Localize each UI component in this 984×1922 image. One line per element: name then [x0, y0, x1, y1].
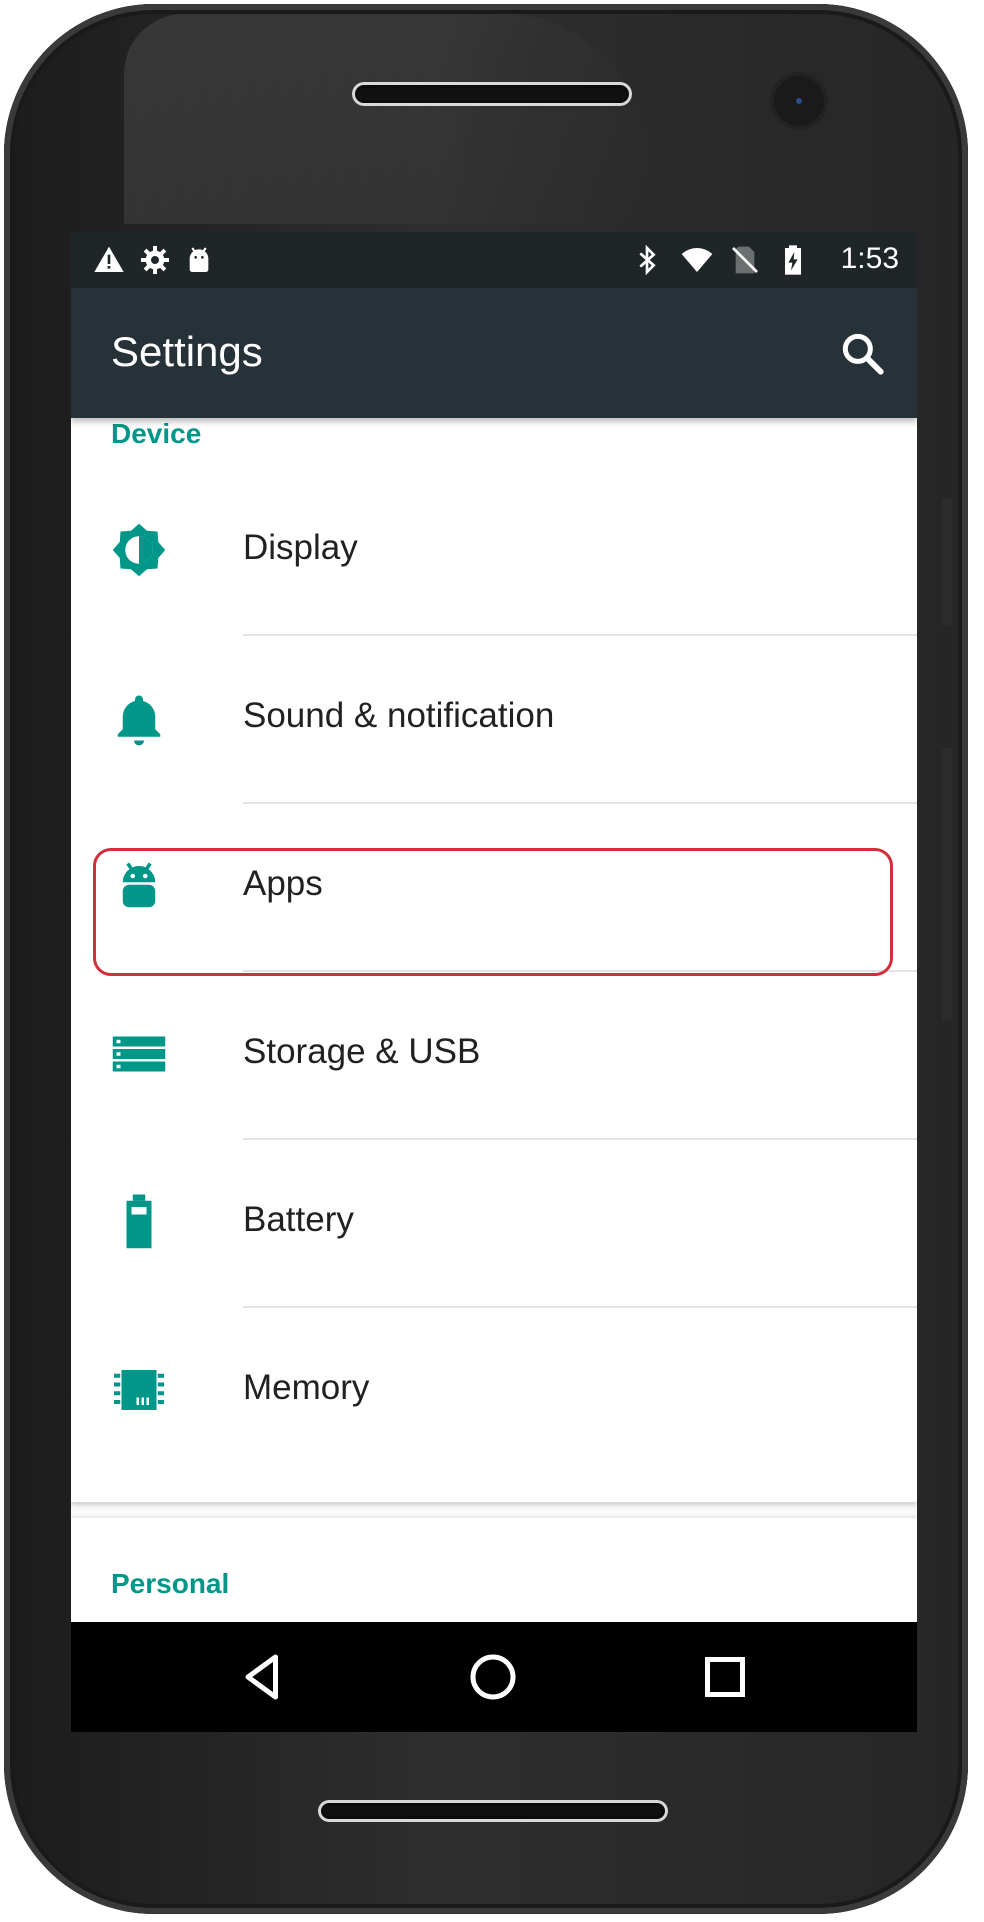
settings-item-label: Display [243, 528, 358, 567]
settings-item-label: Memory [243, 1368, 370, 1407]
warning-icon [94, 246, 124, 272]
home-icon[interactable] [463, 1647, 523, 1707]
settings-item-storage[interactable]: Storage & USB [71, 972, 917, 1140]
app-bar: Settings [71, 288, 917, 418]
navigation-bar [71, 1622, 917, 1732]
bottom-speaker [318, 1800, 668, 1822]
settings-item-label: Sound & notification [243, 696, 555, 735]
bell-icon [117, 695, 161, 746]
screen: 1:53 Settings Device Display Sound & not… [71, 232, 917, 1732]
front-camera [774, 76, 824, 126]
clock: 1:53 [840, 242, 899, 275]
status-bar: 1:53 [71, 232, 917, 288]
android-icon [189, 247, 209, 272]
recents-icon[interactable] [695, 1647, 755, 1707]
device-section: Device Display Sound & notification Apps… [71, 412, 917, 1502]
settings-item-label: Apps [243, 864, 323, 903]
settings-list: Device Display Sound & notification Apps… [71, 412, 917, 1732]
battery-charging-icon [785, 245, 801, 275]
phone-glare [124, 14, 644, 224]
search-icon[interactable] [837, 328, 887, 378]
no-sim-icon [732, 246, 758, 274]
android-icon [122, 862, 156, 908]
storage-icon [112, 1036, 166, 1072]
memory-chip-icon [114, 1370, 164, 1410]
wifi-icon [681, 248, 713, 272]
section-header-device: Device [111, 418, 202, 449]
bluetooth-icon [639, 244, 656, 276]
back-icon[interactable] [233, 1647, 293, 1707]
settings-item-label: Battery [243, 1200, 354, 1239]
battery-icon [126, 1194, 152, 1249]
settings-item-apps[interactable]: Apps [71, 804, 917, 972]
section-header-personal: Personal [111, 1568, 230, 1599]
settings-item-label: Storage & USB [243, 1032, 481, 1071]
brightness-icon [112, 523, 166, 577]
settings-item-sound[interactable]: Sound & notification [71, 636, 917, 804]
page-title: Settings [111, 328, 263, 375]
power-button[interactable] [942, 748, 952, 1020]
settings-item-display[interactable]: Display [71, 468, 917, 636]
settings-item-memory[interactable]: Memory [71, 1308, 917, 1476]
phone-frame: 1:53 Settings Device Display Sound & not… [4, 4, 968, 1914]
earpiece-speaker [352, 82, 632, 106]
settings-item-battery[interactable]: Battery [71, 1140, 917, 1308]
gear-icon [141, 246, 169, 274]
volume-button[interactable] [942, 498, 952, 626]
